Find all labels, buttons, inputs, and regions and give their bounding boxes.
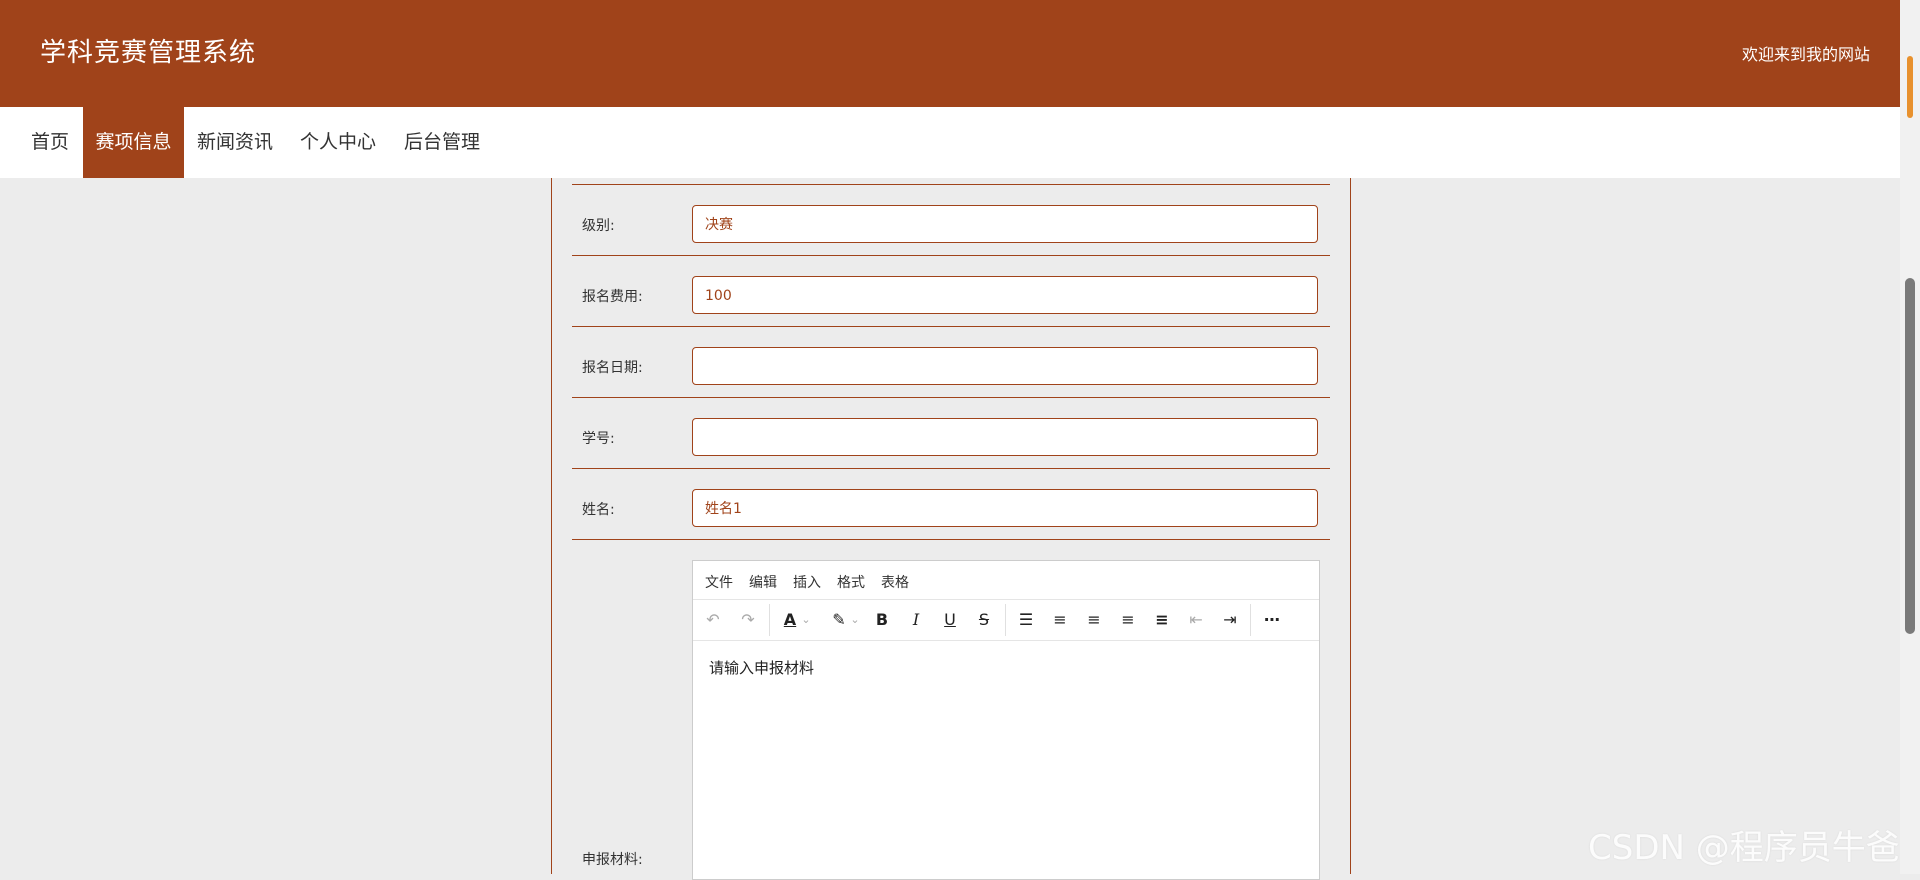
material-rich-editor[interactable]: 文件 编辑 插入 格式 表格 ↶ ↷ A ⌄ ✎ ⌄ B I U S ☰ ≡ ≡… [692,560,1320,880]
align-left-icon[interactable]: ≡ [1047,608,1073,632]
toolbar-separator [769,604,770,636]
student-id-label: 学号: [582,431,615,447]
nav-item-admin[interactable]: 后台管理 [394,107,490,178]
menu-format[interactable]: 格式 [837,572,865,592]
align-justify-icon[interactable]: ≡ [1149,608,1175,632]
name-label: 姓名: [582,502,615,518]
row-divider [572,326,1330,327]
nav-item-home[interactable]: 首页 [20,107,80,178]
more-icon[interactable]: ⋯ [1259,608,1285,632]
fee-input[interactable]: 100 [692,276,1318,314]
site-header: 学科竞赛管理系统 欢迎来到我的网站 [0,0,1900,107]
underline-icon[interactable]: U [937,608,963,632]
bold-icon[interactable]: B [869,608,895,632]
menu-file[interactable]: 文件 [705,572,733,592]
welcome-text: 欢迎来到我的网站 [1741,45,1870,64]
nav-item-personal-center[interactable]: 个人中心 [290,107,386,178]
menu-edit[interactable]: 编辑 [749,572,777,592]
nav-item-news[interactable]: 新闻资讯 [188,107,282,178]
main-nav: 首页 赛项信息 新闻资讯 个人中心 后台管理 [0,107,1900,178]
name-input[interactable]: 姓名1 [692,489,1318,527]
editor-content[interactable]: 请输入申报材料 [709,657,814,678]
outdent-icon[interactable]: ⇤ [1183,608,1209,632]
strikethrough-icon[interactable]: S [971,608,997,632]
level-input[interactable]: 决赛 [692,205,1318,243]
toolbar-separator [1005,604,1006,636]
material-label: 申报材料: [582,852,643,868]
undo-icon[interactable]: ↶ [700,608,726,632]
row-divider [572,184,1330,185]
chevron-down-icon[interactable]: ⌄ [848,608,862,632]
scroll-indicator [1907,56,1913,118]
align-center-icon[interactable]: ≡ [1081,608,1107,632]
page-scrollbar[interactable] [1900,0,1920,874]
site-title[interactable]: 学科竞赛管理系统 [40,32,256,69]
redo-icon[interactable]: ↷ [735,608,761,632]
nav-item-competitions[interactable]: 赛项信息 [83,107,184,178]
date-input[interactable] [692,347,1318,385]
scrollbar-thumb[interactable] [1905,278,1915,634]
italic-icon[interactable]: I [903,608,929,632]
toolbar-separator [1250,604,1251,636]
menu-table[interactable]: 表格 [881,572,909,592]
row-divider [572,255,1330,256]
line-height-icon[interactable]: ☰ [1013,608,1039,632]
editor-menubar: 文件 编辑 插入 格式 表格 [693,561,1319,600]
row-divider [572,539,1330,540]
watermark: CSDN @程序员牛爸 [1588,828,1900,868]
menu-insert[interactable]: 插入 [793,572,821,592]
row-divider [572,397,1330,398]
date-label: 报名日期: [582,360,643,376]
chevron-down-icon[interactable]: ⌄ [799,608,813,632]
row-divider [572,468,1330,469]
indent-icon[interactable]: ⇥ [1217,608,1243,632]
editor-toolbar: ↶ ↷ A ⌄ ✎ ⌄ B I U S ☰ ≡ ≡ ≡ ≡ ⇤ ⇥ ⋯ [693,600,1319,641]
registration-form: 级别: 决赛 报名费用: 100 报名日期: 学号: 姓名: 姓名1 申报材料:… [551,178,1351,880]
level-label: 级别: [582,218,615,234]
fee-label: 报名费用: [582,289,643,305]
student-id-input[interactable] [692,418,1318,456]
align-right-icon[interactable]: ≡ [1115,608,1141,632]
